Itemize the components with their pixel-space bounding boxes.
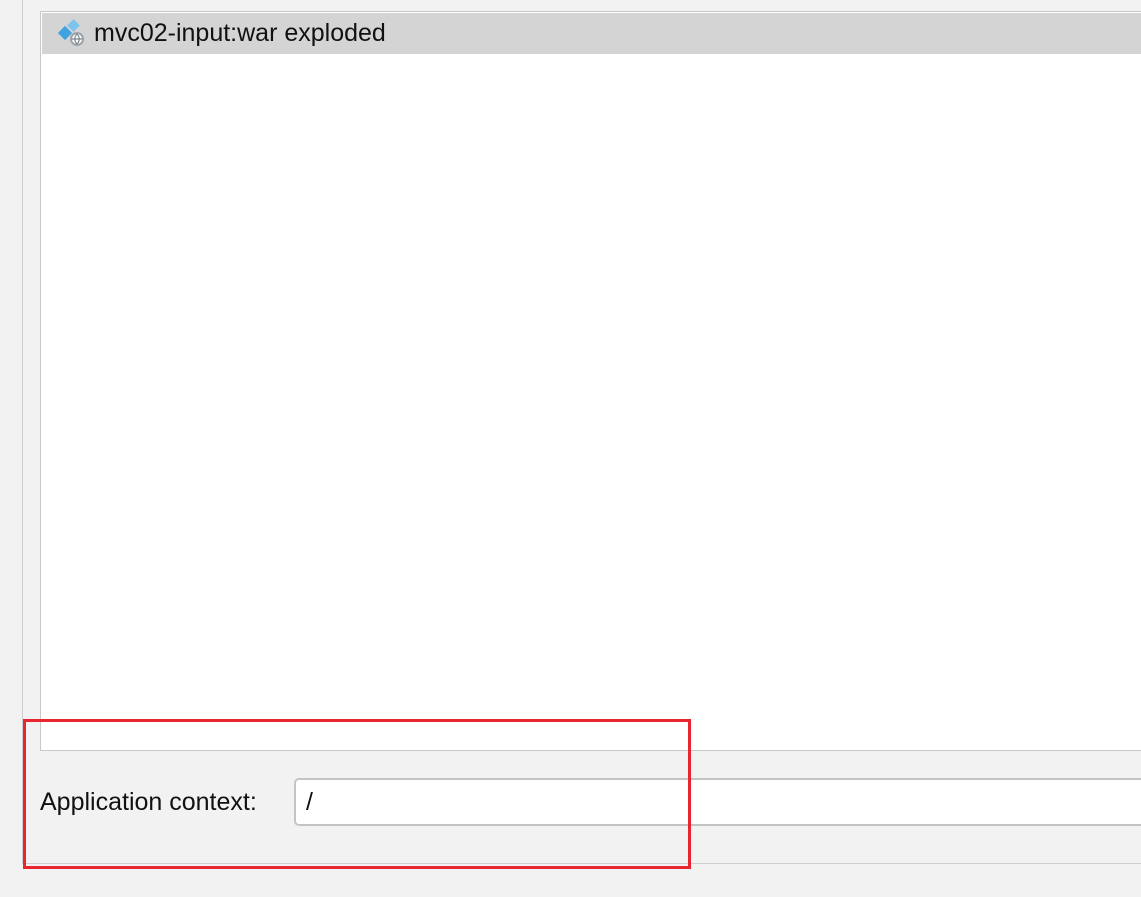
application-context-label: Application context: [40, 787, 257, 816]
web-artifact-icon [56, 18, 88, 50]
application-context-input[interactable] [294, 778, 1141, 826]
artifact-list[interactable]: mvc02-input:war exploded [40, 11, 1141, 751]
list-item[interactable]: mvc02-input:war exploded [42, 13, 1141, 54]
application-context-row: Application context: [40, 778, 294, 826]
artifact-label: mvc02-input:war exploded [94, 19, 386, 47]
